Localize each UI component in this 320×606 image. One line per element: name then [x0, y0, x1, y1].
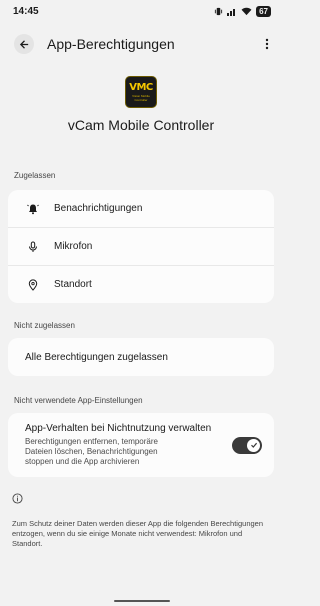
- footer-note: Zum Schutz deiner Daten werden dieser Ap…: [12, 519, 263, 548]
- setting-description: Berechtigungen entfernen, temporäre Date…: [25, 437, 158, 466]
- all-permissions-allowed-item: Alle Berechtigungen zugelassen: [25, 351, 168, 363]
- app-header: VMC Vision Mobile Controller vCam Mobile…: [0, 76, 282, 133]
- more-vert-icon: [265, 38, 269, 50]
- setting-title: App-Verhalten bei Nichtnutzung verwalten: [25, 423, 212, 434]
- wifi-icon: [241, 7, 252, 15]
- arrow-left-icon: [19, 39, 28, 49]
- bell-icon: [25, 203, 41, 215]
- setting-text: App-Verhalten bei Nichtnutzung verwalten…: [25, 423, 226, 467]
- allowed-permissions-card: Benachrichtigungen Mikrofon Standort: [8, 190, 274, 303]
- page-title: App-Berechtigungen: [47, 36, 175, 52]
- section-not-allowed-label: Nicht zugelassen: [14, 321, 75, 330]
- location-icon: [25, 278, 41, 291]
- permission-label: Benachrichtigungen: [54, 203, 143, 214]
- app-name: vCam Mobile Controller: [67, 117, 215, 133]
- signal-icon: [227, 8, 236, 16]
- home-indicator[interactable]: [114, 600, 170, 602]
- permission-item-microphone[interactable]: Mikrofon: [8, 228, 274, 265]
- app-logo-subtext: Vision Mobile Controller: [132, 93, 150, 102]
- section-unused-settings-label: Nicht verwendete App-Einstellungen: [14, 396, 143, 405]
- app-bar: App-Berechtigungen: [0, 22, 282, 66]
- status-icons: 67: [214, 5, 271, 17]
- manage-unused-app-setting[interactable]: App-Verhalten bei Nichtnutzung verwalten…: [8, 413, 274, 477]
- section-allowed-label: Zugelassen: [14, 171, 56, 180]
- permission-item-location[interactable]: Standort: [8, 266, 274, 303]
- permission-item-notifications[interactable]: Benachrichtigungen: [8, 190, 274, 227]
- permission-label: Standort: [54, 279, 92, 290]
- microphone-icon: [25, 241, 41, 253]
- back-button[interactable]: [14, 34, 34, 54]
- status-bar: 14:45 67: [0, 0, 282, 22]
- status-time: 14:45: [13, 5, 39, 17]
- vibrate-icon: [214, 7, 223, 15]
- unused-app-toggle[interactable]: [232, 436, 262, 454]
- battery-indicator: 67: [256, 5, 271, 17]
- toggle-knob: [247, 438, 260, 452]
- more-options-button[interactable]: [260, 38, 274, 50]
- permission-label: Mikrofon: [54, 241, 93, 252]
- app-logo: VMC Vision Mobile Controller: [125, 76, 157, 108]
- check-icon: [250, 442, 257, 448]
- info-icon: [0, 491, 282, 509]
- not-allowed-card: Alle Berechtigungen zugelassen: [8, 338, 274, 376]
- app-logo-text: VMC: [129, 81, 153, 93]
